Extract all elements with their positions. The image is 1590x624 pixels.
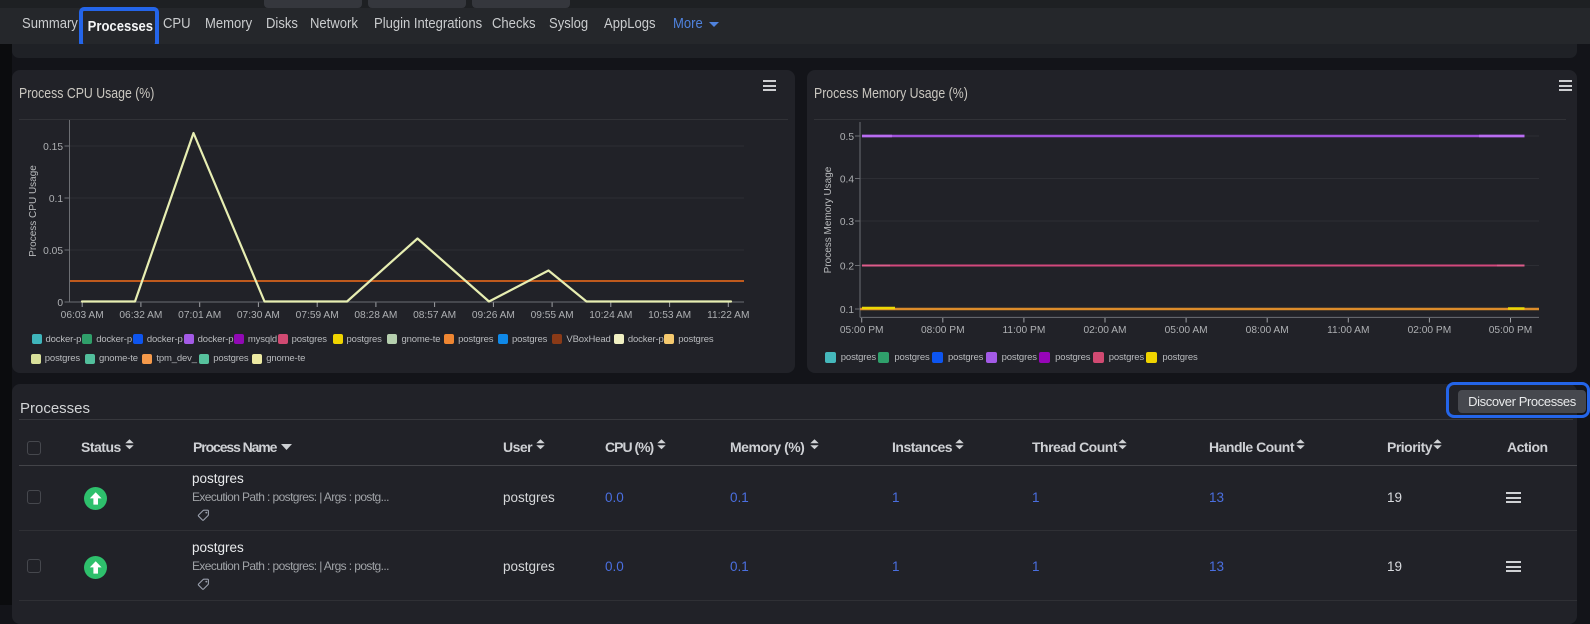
svg-text:0.1: 0.1 [49, 194, 63, 205]
svg-text:08:28 AM: 08:28 AM [354, 310, 397, 321]
svg-text:08:00 PM: 08:00 PM [921, 325, 965, 336]
svg-text:0.05: 0.05 [43, 246, 63, 257]
svg-text:10:53 AM: 10:53 AM [648, 310, 691, 321]
svg-text:0.1: 0.1 [840, 305, 854, 316]
svg-text:11:22 AM: 11:22 AM [707, 310, 749, 321]
svg-text:Process Memory Usage: Process Memory Usage [823, 166, 834, 273]
svg-text:0.15: 0.15 [43, 142, 63, 153]
svg-text:05:00 PM: 05:00 PM [840, 325, 884, 336]
svg-text:02:00 PM: 02:00 PM [1408, 325, 1452, 336]
svg-text:09:26 AM: 09:26 AM [472, 310, 515, 321]
svg-text:08:00 AM: 08:00 AM [1246, 325, 1289, 336]
svg-text:09:55 AM: 09:55 AM [531, 310, 574, 321]
svg-text:0.2: 0.2 [840, 262, 854, 273]
svg-text:10:24 AM: 10:24 AM [589, 310, 632, 321]
svg-text:05:00 AM: 05:00 AM [1165, 325, 1208, 336]
svg-text:07:59 AM: 07:59 AM [296, 310, 339, 321]
svg-text:06:03 AM: 06:03 AM [61, 310, 104, 321]
svg-text:11:00 PM: 11:00 PM [1002, 325, 1045, 336]
svg-text:05:00 PM: 05:00 PM [1489, 325, 1533, 336]
svg-text:0.3: 0.3 [840, 217, 854, 228]
svg-text:11:00 AM: 11:00 AM [1327, 325, 1369, 336]
svg-text:0: 0 [57, 298, 63, 309]
svg-text:08:57 AM: 08:57 AM [413, 310, 456, 321]
svg-text:02:00 AM: 02:00 AM [1083, 325, 1126, 336]
svg-text:0.4: 0.4 [840, 175, 854, 186]
svg-text:07:30 AM: 07:30 AM [237, 310, 280, 321]
svg-text:Process CPU Usage: Process CPU Usage [28, 165, 39, 257]
svg-text:0.5: 0.5 [840, 132, 854, 143]
svg-text:07:01 AM: 07:01 AM [178, 310, 221, 321]
svg-text:06:32 AM: 06:32 AM [119, 310, 162, 321]
